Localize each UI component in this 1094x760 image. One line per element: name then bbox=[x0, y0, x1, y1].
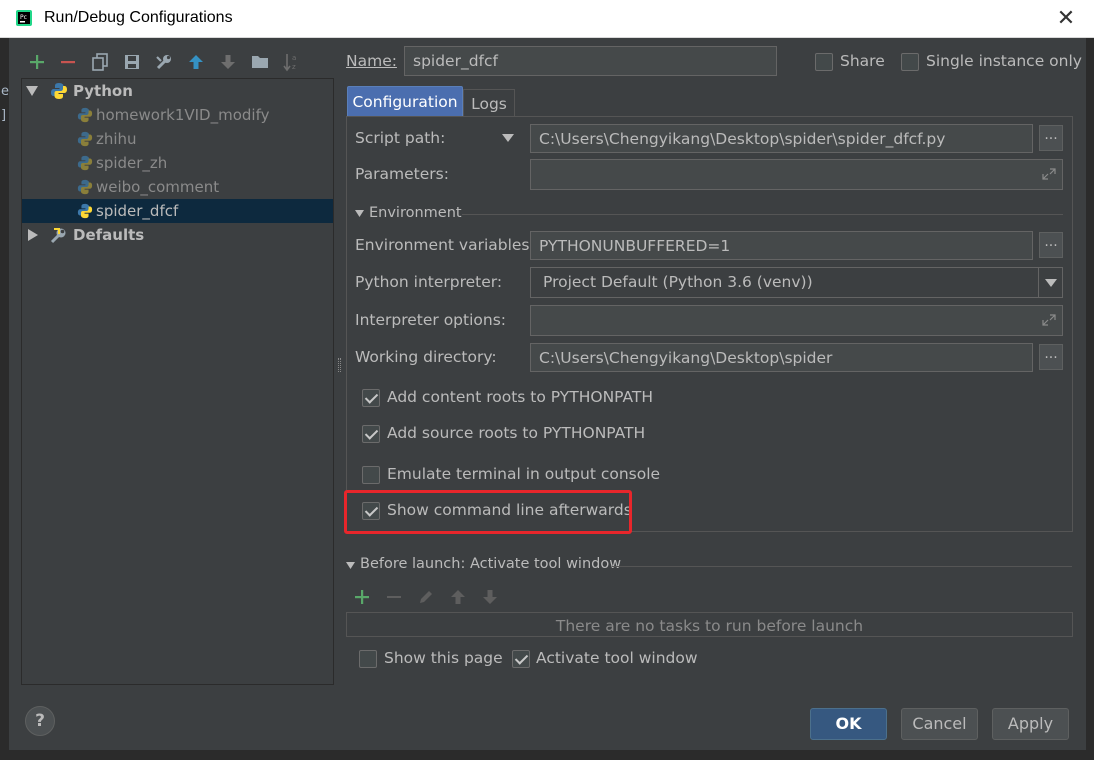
folder-icon[interactable] bbox=[249, 51, 271, 73]
content-roots-label: Add content roots to PYTHONPATH bbox=[387, 388, 654, 406]
interpreter-options-input[interactable] bbox=[530, 305, 1063, 336]
single-instance-label: Single instance only bbox=[926, 52, 1082, 70]
browse-working-dir-button[interactable]: ... bbox=[1039, 344, 1063, 370]
remove-icon[interactable] bbox=[57, 51, 79, 73]
show-this-page-label: Show this page bbox=[384, 649, 503, 667]
configuration-tree bbox=[21, 78, 334, 685]
python-file-icon bbox=[77, 107, 93, 123]
name-label: Name: bbox=[346, 52, 397, 70]
add-task-icon[interactable] bbox=[351, 586, 373, 608]
collapse-arrow-icon[interactable] bbox=[26, 86, 38, 96]
working-directory-label: Working directory: bbox=[355, 348, 497, 366]
name-label-text: Name: bbox=[346, 52, 397, 70]
sort-az-icon[interactable]: az bbox=[281, 51, 303, 73]
highlight-box bbox=[344, 490, 632, 534]
svg-text:z: z bbox=[292, 63, 296, 71]
svg-text:Pc: Pc bbox=[20, 14, 27, 21]
editor-background-edge-bottom bbox=[0, 750, 1094, 760]
python-file-icon bbox=[77, 203, 93, 219]
editor-edge-char: e bbox=[1, 84, 9, 99]
expand-field-icon[interactable] bbox=[1042, 168, 1056, 180]
script-type-dropdown-icon[interactable] bbox=[502, 134, 514, 142]
env-vars-input[interactable]: PYTHONUNBUFFERED=1 bbox=[530, 231, 1033, 260]
editor-edge-char: ] bbox=[1, 108, 7, 123]
name-input[interactable]: spider_dfcf bbox=[404, 46, 777, 76]
source-roots-checkbox[interactable] bbox=[362, 425, 380, 443]
python-icon bbox=[51, 83, 67, 99]
pycharm-app-icon: Pc bbox=[16, 10, 32, 26]
close-icon[interactable]: ✕ bbox=[1054, 6, 1078, 32]
content-roots-checkbox[interactable] bbox=[362, 389, 380, 407]
edit-task-icon[interactable] bbox=[415, 586, 437, 608]
copy-icon[interactable] bbox=[89, 51, 111, 73]
defaults-wrench-icon bbox=[50, 228, 66, 244]
share-checkbox[interactable] bbox=[815, 53, 833, 71]
editor-background-edge: e ] bbox=[0, 38, 9, 760]
edit-env-vars-button[interactable]: ... bbox=[1039, 232, 1063, 258]
share-label: Share bbox=[840, 52, 885, 70]
before-launch-collapse-icon[interactable] bbox=[346, 562, 355, 569]
environment-collapse-icon[interactable] bbox=[355, 210, 364, 217]
window-title: Run/Debug Configurations bbox=[44, 9, 233, 26]
env-vars-label: Environment variables: bbox=[355, 236, 535, 254]
single-instance-checkbox[interactable] bbox=[901, 53, 919, 71]
help-button[interactable]: ? bbox=[25, 706, 55, 736]
svg-text:a: a bbox=[292, 54, 296, 62]
python-interpreter-label: Python interpreter: bbox=[355, 273, 503, 291]
activate-tool-window-checkbox[interactable] bbox=[512, 650, 530, 668]
wrench-icon[interactable] bbox=[153, 51, 175, 73]
script-path-label: Script path: bbox=[355, 129, 446, 147]
title-bar: Pc Run/Debug Configurations ✕ bbox=[0, 0, 1094, 38]
python-file-icon bbox=[77, 155, 93, 171]
apply-button[interactable]: Apply bbox=[992, 708, 1069, 740]
add-icon[interactable] bbox=[26, 51, 48, 73]
editor-background-edge-right bbox=[1086, 38, 1094, 760]
move-task-up-icon[interactable] bbox=[447, 586, 469, 608]
python-interpreter-select[interactable]: Project Default (Python 3.6 (venv)) bbox=[530, 267, 1063, 298]
script-path-input[interactable]: C:\Users\Chengyikang\Desktop\spider\spid… bbox=[530, 124, 1033, 153]
before-launch-header: Before launch: Activate tool window bbox=[360, 556, 622, 572]
cancel-button[interactable]: Cancel bbox=[901, 708, 978, 740]
emulate-terminal-checkbox[interactable] bbox=[362, 466, 380, 484]
python-file-icon bbox=[77, 179, 93, 195]
browse-script-button[interactable]: ... bbox=[1039, 125, 1063, 151]
tree-item-homework1vid-modify[interactable]: homework1VID_modify bbox=[96, 103, 269, 127]
environment-separator bbox=[462, 214, 1063, 215]
remove-task-icon[interactable] bbox=[383, 586, 405, 608]
tree-item-spider-zh[interactable]: spider_zh bbox=[96, 151, 167, 175]
tree-item-zhihu[interactable]: zhihu bbox=[96, 127, 137, 151]
interpreter-dropdown-button[interactable] bbox=[1038, 268, 1062, 297]
source-roots-label: Add source roots to PYTHONPATH bbox=[387, 424, 646, 442]
environment-header: Environment bbox=[369, 205, 462, 221]
tree-item-weibo-comment[interactable]: weibo_comment bbox=[96, 175, 219, 199]
parameters-label: Parameters: bbox=[355, 165, 449, 183]
tab-configuration[interactable]: Configuration bbox=[347, 86, 463, 117]
parameters-input[interactable] bbox=[530, 159, 1063, 190]
tab-logs[interactable]: Logs bbox=[463, 89, 515, 117]
before-launch-separator bbox=[612, 566, 1072, 567]
tree-node-python[interactable]: Python bbox=[73, 79, 133, 103]
tree-node-defaults[interactable]: Defaults bbox=[73, 223, 144, 247]
emulate-terminal-label: Emulate terminal in output console bbox=[387, 465, 661, 483]
python-file-icon bbox=[77, 131, 93, 147]
expand-field-icon[interactable] bbox=[1042, 314, 1056, 326]
activate-tool-window-label: Activate tool window bbox=[536, 649, 698, 667]
tree-item-spider-dfcf[interactable]: spider_dfcf bbox=[96, 199, 178, 223]
config-toolbar: az bbox=[26, 51, 306, 73]
tasks-empty-text: There are no tasks to run before launch bbox=[346, 612, 1073, 637]
show-this-page-checkbox[interactable] bbox=[359, 650, 377, 668]
move-down-icon[interactable] bbox=[217, 51, 239, 73]
interpreter-options-label: Interpreter options: bbox=[355, 311, 507, 329]
expand-arrow-icon[interactable] bbox=[28, 229, 38, 241]
save-icon[interactable] bbox=[121, 51, 143, 73]
ok-button[interactable]: OK bbox=[810, 708, 887, 740]
python-interpreter-value: Project Default (Python 3.6 (venv)) bbox=[543, 273, 813, 291]
splitter-handle[interactable] bbox=[338, 358, 341, 372]
move-up-icon[interactable] bbox=[185, 51, 207, 73]
move-task-down-icon[interactable] bbox=[479, 586, 501, 608]
chevron-down-icon bbox=[1045, 279, 1057, 287]
working-directory-input[interactable]: C:\Users\Chengyikang\Desktop\spider bbox=[530, 343, 1033, 372]
